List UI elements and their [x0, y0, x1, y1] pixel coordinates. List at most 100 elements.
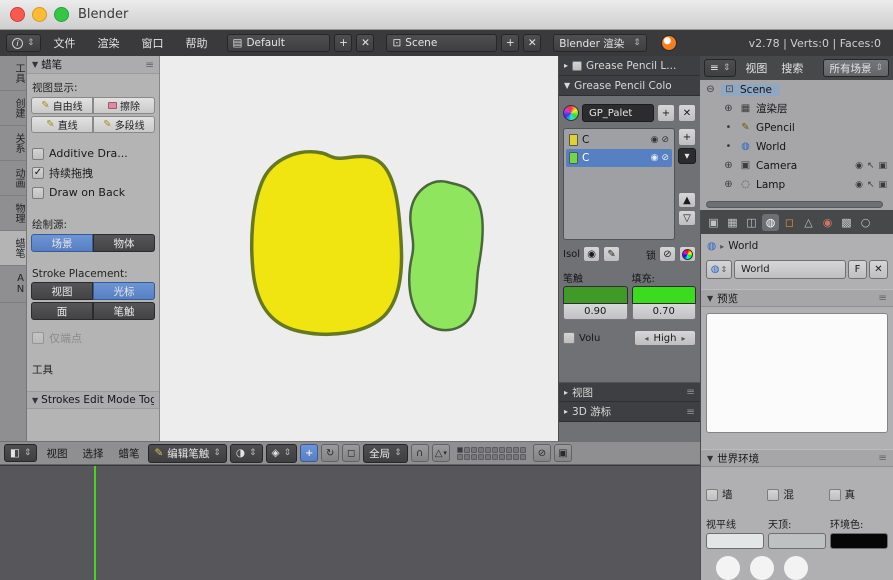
tab-grease-pencil[interactable]: 蜡笔	[0, 231, 26, 266]
outliner-row-gpencil[interactable]: • ✎ GPencil	[700, 118, 893, 137]
tab-animation[interactable]: 动画	[0, 161, 26, 196]
layer-dot[interactable]	[505, 453, 512, 460]
tab-texture[interactable]: ▩	[838, 214, 855, 231]
lock-camera-button[interactable]: ⊘	[532, 444, 551, 462]
green-stroke-shape[interactable]	[408, 180, 484, 332]
layer-dot[interactable]	[498, 453, 505, 460]
layer-dot[interactable]	[477, 446, 484, 453]
color-item-toggles[interactable]: ◉ ⊘	[651, 153, 669, 163]
editor-type-button[interactable]: ◧ ⇕	[4, 444, 38, 462]
outliner-row-camera[interactable]: ⊕ ▣ Camera ◉ ↖ ▣	[700, 156, 893, 175]
gp-layers-panel-header[interactable]: ▸ Grease Pencil L...	[559, 56, 700, 76]
horizon-color-swatch[interactable]	[706, 533, 764, 549]
menu-select[interactable]: 选择	[76, 446, 109, 461]
orientation-selector[interactable]: 全局 ⇕	[363, 443, 408, 463]
stroke-alpha-slider[interactable]: 0.90	[563, 304, 628, 320]
tab-scene[interactable]: ◫	[743, 214, 760, 231]
source-scene-button[interactable]: 场景	[31, 234, 93, 252]
add-layout-button[interactable]: +	[334, 34, 353, 52]
move-color-up-button[interactable]: ▲	[678, 192, 696, 208]
menu-render[interactable]: 渲染	[89, 35, 129, 51]
color-specials-button[interactable]: ▾	[678, 148, 696, 164]
snap-element-button[interactable]: △ ▾	[431, 444, 450, 462]
mode-selector[interactable]: ✎ 编辑笔触 ⇕	[148, 443, 227, 463]
manipulator-scale-button[interactable]: ◻	[342, 444, 361, 462]
cursor-panel-header[interactable]: ▸ 3D 游标 ≡	[559, 402, 700, 422]
source-object-button[interactable]: 物体	[93, 234, 155, 252]
draw-button[interactable]: ✎ 自由线	[31, 97, 93, 114]
editor-type-button[interactable]: i ⇕	[6, 34, 41, 52]
layer-dot[interactable]	[463, 446, 470, 453]
tab-object[interactable]: ◻	[781, 214, 798, 231]
row-restrict-toggles[interactable]: ◉ ↖ ▣	[855, 161, 889, 171]
tab-world[interactable]: ◍	[762, 213, 779, 231]
erase-button[interactable]: 擦除	[93, 97, 155, 114]
layer-dot[interactable]	[491, 453, 498, 460]
delete-layout-button[interactable]: ✕	[356, 34, 375, 52]
gp-layers-checkbox[interactable]	[572, 60, 583, 71]
fill-alpha-slider[interactable]: 0.70	[631, 304, 696, 320]
zenith-color-swatch[interactable]	[768, 533, 826, 549]
add-scene-button[interactable]: +	[501, 34, 520, 52]
unlink-world-button[interactable]: ✕	[869, 260, 888, 279]
playhead[interactable]	[94, 466, 96, 580]
snap-toggle-button[interactable]: ∩	[410, 444, 429, 462]
layer-dot[interactable]	[470, 446, 477, 453]
add-palette-button[interactable]: +	[657, 104, 675, 122]
outliner-scrollbar[interactable]	[706, 201, 883, 208]
outliner-row-world[interactable]: • ◍ World	[700, 137, 893, 156]
color-list-item[interactable]: C ◉ ⊘	[566, 131, 672, 149]
tab-material[interactable]: ◉	[819, 214, 836, 231]
tab-tools[interactable]: 工具	[0, 56, 26, 91]
world-panel-header[interactable]: ▼ 世界环境 ≡	[701, 449, 893, 467]
strokes-edit-panel-header[interactable]: ▼ Strokes Edit Mode Toggl	[27, 391, 159, 409]
tab-render[interactable]: ▣	[705, 214, 722, 231]
outliner-menu-search[interactable]: 搜索	[776, 60, 808, 76]
screen-layout-selector[interactable]: ▤ Default	[226, 34, 331, 52]
color-wheel-button[interactable]	[679, 246, 696, 262]
manipulator-translate-button[interactable]: +	[300, 444, 319, 462]
color-list-item-active[interactable]: C ◉ ⊘	[566, 149, 672, 167]
layer-dot[interactable]	[512, 446, 519, 453]
close-button[interactable]	[10, 7, 25, 22]
layer-dot[interactable]	[470, 453, 477, 460]
real-sky-checkbox[interactable]	[828, 488, 841, 501]
layer-dot[interactable]	[456, 446, 463, 453]
paper-sky-checkbox[interactable]	[706, 488, 718, 501]
editor-type-button[interactable]: ≡ ⇕	[704, 59, 737, 77]
color-item-toggles[interactable]: ◉ ⊘	[651, 135, 669, 145]
tab-create[interactable]: 创建	[0, 91, 26, 126]
fill-color-swatch[interactable]	[631, 286, 696, 304]
placement-stroke-button[interactable]: 笔触	[93, 302, 155, 320]
layer-dot[interactable]	[456, 453, 463, 460]
maximize-button[interactable]	[54, 7, 69, 22]
tab-physics[interactable]: ○	[857, 214, 874, 231]
layer-dot[interactable]	[519, 446, 526, 453]
draw-on-back-checkbox[interactable]	[32, 186, 44, 199]
gp-colors-panel-header[interactable]: ▼ Grease Pencil Colo	[559, 76, 700, 96]
layer-dot[interactable]	[477, 453, 484, 460]
yellow-stroke-shape[interactable]	[249, 150, 404, 336]
tab-relations[interactable]: 关系	[0, 126, 26, 161]
layer-dot[interactable]	[519, 453, 526, 460]
palette-name-field[interactable]: GP_Palet	[582, 104, 654, 122]
continuous-checkbox[interactable]: ✓	[32, 167, 44, 179]
outliner-row-renderlayers[interactable]: ⊕ ▦ 渲染层	[700, 99, 893, 118]
placement-surface-button[interactable]: 面	[31, 302, 93, 320]
layer-dot[interactable]	[484, 453, 491, 460]
isolate-visibility-button[interactable]: ◉	[583, 246, 601, 262]
layer-dot[interactable]	[505, 446, 512, 453]
tab-render-layers[interactable]: ▦	[724, 214, 741, 231]
layer-dot[interactable]	[491, 446, 498, 453]
isolate-edit-button[interactable]: ✎	[603, 246, 621, 262]
layer-dot[interactable]	[484, 446, 491, 453]
world-name-field[interactable]: World	[734, 260, 846, 279]
lock-colors-button[interactable]: ⊘	[659, 246, 676, 262]
volumetric-checkbox[interactable]	[563, 332, 575, 344]
menu-grease-pencil[interactable]: 蜡笔	[112, 446, 145, 461]
add-color-button[interactable]: +	[678, 128, 696, 146]
placement-cursor-button[interactable]: 光标	[93, 282, 155, 300]
outliner-menu-view[interactable]: 视图	[740, 60, 772, 76]
placement-view-button[interactable]: 视图	[31, 282, 93, 300]
display-filter-selector[interactable]: 所有场景 ⇕	[823, 59, 889, 77]
